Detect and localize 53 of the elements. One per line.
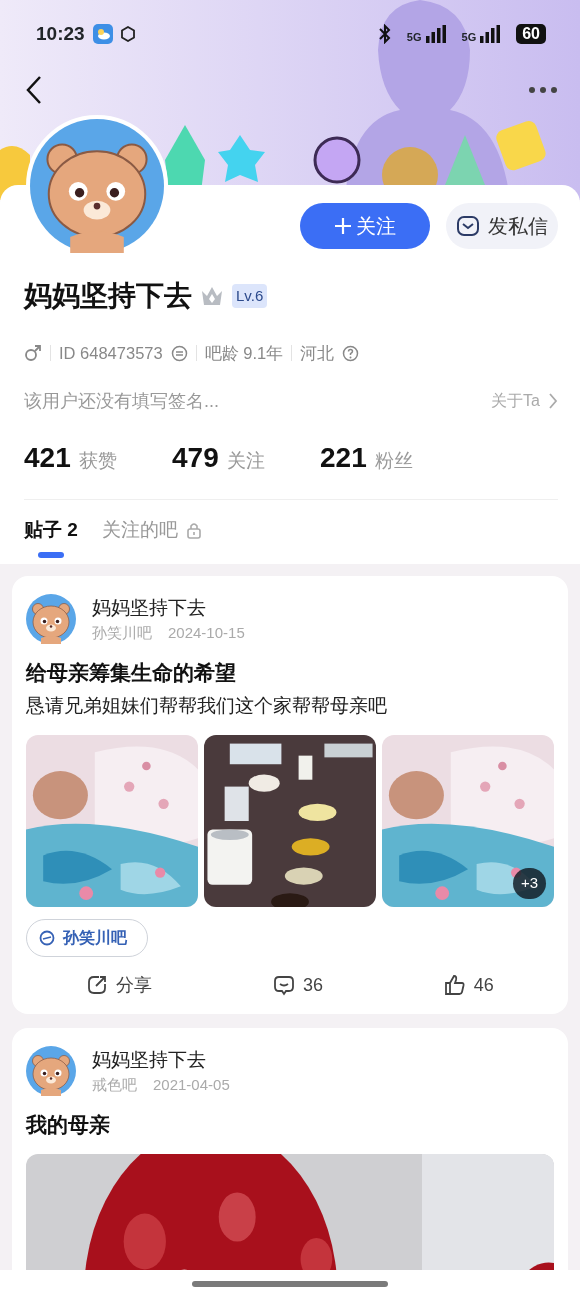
post-card[interactable]: 妈妈坚持下去 孙笑川吧 2024-10-15 给母亲筹集生命的希望 恳请兄弟姐妹们帮帮我们这个家帮帮母亲吧 +3 孙笑川吧 分享 36 46 — [12, 575, 568, 1014]
tab[interactable]: 贴子 2 — [24, 515, 78, 545]
tab-indicator — [37, 552, 64, 559]
lock-icon — [185, 521, 202, 539]
message-button[interactable]: 发私信 — [446, 203, 558, 249]
comment-icon — [272, 974, 295, 997]
follow-button[interactable]: 关注 — [300, 203, 430, 249]
signal-icon — [425, 25, 446, 43]
stat-label: 粉丝 — [374, 448, 413, 473]
stat-label: 关注 — [226, 448, 265, 473]
stat-count: 221 — [320, 440, 367, 475]
region: 河北 — [300, 343, 335, 364]
chevron-right-icon — [548, 392, 558, 411]
author-avatar-icon — [26, 1046, 76, 1097]
post-author: 妈妈坚持下去 — [92, 1047, 207, 1072]
thumbs-up-icon — [443, 974, 466, 997]
copy-icon[interactable] — [170, 344, 188, 362]
stat-label: 获赞 — [78, 448, 117, 473]
post-card[interactable]: 妈妈坚持下去 戒色吧 2021-04-05 我的母亲 — [12, 1027, 568, 1270]
back-icon[interactable] — [26, 75, 42, 105]
stat-count: 479 — [172, 440, 219, 475]
post-title: 给母亲筹集生命的希望 — [26, 659, 237, 686]
bluetooth-icon — [378, 24, 391, 44]
like-button[interactable]: 46 — [437, 970, 500, 1000]
crown-icon — [200, 285, 224, 307]
status-time: 10:23 — [36, 21, 85, 46]
network-label: 5G — [406, 32, 422, 43]
share-button[interactable]: 分享 — [80, 970, 159, 1000]
forum-tag[interactable]: 孙笑川吧 — [26, 918, 148, 957]
post-text: 恳请兄弟姐妹们帮帮我们这个家帮帮母亲吧 — [26, 694, 388, 719]
network-label: 5G — [461, 32, 477, 43]
signal-icon — [480, 25, 501, 43]
help-icon[interactable] — [342, 344, 360, 362]
username: 妈妈坚持下去 — [24, 279, 192, 313]
plus-icon — [334, 217, 352, 235]
user-id: ID 648473573 — [59, 343, 163, 364]
home-indicator[interactable] — [192, 1280, 388, 1287]
post-date: 2024-10-15 — [168, 623, 245, 644]
author-avatar-icon — [26, 594, 76, 645]
app-notification-icon — [120, 26, 135, 42]
account-age: 吧龄 9.1年 — [204, 343, 284, 364]
comment-button[interactable]: 36 — [266, 970, 329, 1000]
signature: 该用户还没有填写签名... — [24, 389, 219, 413]
post-title: 我的母亲 — [26, 1111, 111, 1138]
post-date: 2021-04-05 — [153, 1075, 230, 1096]
post-author: 妈妈坚持下去 — [92, 595, 207, 620]
stat-count: 421 — [24, 440, 71, 475]
level-badge: Lv.6 — [232, 283, 268, 309]
more-icon[interactable] — [528, 86, 558, 94]
share-icon — [86, 974, 109, 997]
forum-icon — [39, 929, 55, 946]
mail-icon — [456, 215, 480, 237]
battery-icon: 60 — [516, 24, 546, 44]
